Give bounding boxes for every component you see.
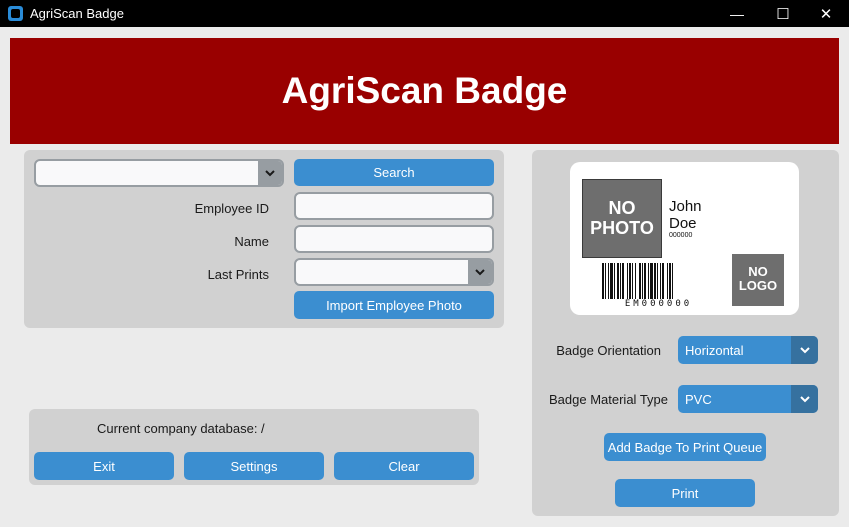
- barcode-bar: [662, 263, 664, 299]
- settings-button[interactable]: Settings: [184, 452, 324, 480]
- barcode-bar: [642, 263, 643, 299]
- barcode-bar: [617, 263, 619, 299]
- header-banner: AgriScan Badge: [10, 38, 839, 144]
- employee-select[interactable]: [34, 159, 284, 187]
- badge-name: John Doe: [669, 198, 702, 232]
- barcode-bar: [622, 263, 624, 299]
- search-button[interactable]: Search: [294, 159, 494, 186]
- exit-button[interactable]: Exit: [34, 452, 174, 480]
- last-prints-select[interactable]: [294, 258, 494, 286]
- barcode-bar: [608, 263, 609, 299]
- barcode-bar: [639, 263, 641, 299]
- barcode-bar: [605, 263, 606, 299]
- badge-last-name: Doe: [669, 215, 697, 232]
- logo-placeholder-line2: LOGO: [738, 278, 778, 293]
- barcode-bar: [644, 263, 646, 299]
- logo-placeholder-line1: NO: [748, 264, 768, 279]
- add-to-queue-button[interactable]: Add Badge To Print Queue: [604, 433, 766, 461]
- orientation-value: Horizontal: [685, 343, 744, 358]
- last-prints-label: Last Prints: [207, 267, 269, 282]
- barcode-bar: [610, 263, 613, 299]
- barcode-bar: [669, 263, 671, 299]
- barcode-bar: [627, 263, 628, 299]
- barcode-bar: [620, 263, 621, 299]
- barcode-bars: [602, 263, 673, 299]
- barcode-bar: [672, 263, 673, 299]
- barcode-bar: [632, 263, 633, 299]
- photo-placeholder: NO PHOTO: [582, 179, 662, 258]
- logo-placeholder: NO LOGO: [732, 254, 784, 306]
- barcode-bar: [650, 263, 653, 299]
- name-label: Name: [234, 234, 269, 249]
- badge-employee-number: 000000: [669, 232, 693, 239]
- title-bar: AgriScan Badge — ☐ ✕: [0, 0, 849, 27]
- minimize-button[interactable]: —: [714, 0, 760, 27]
- import-photo-button[interactable]: Import Employee Photo: [294, 291, 494, 319]
- chevron-down-icon[interactable]: [791, 385, 818, 413]
- barcode: EM000000: [602, 263, 715, 311]
- barcode-bar: [657, 263, 658, 299]
- app-heading: AgriScan Badge: [281, 70, 568, 111]
- barcode-bar: [667, 263, 668, 299]
- name-field[interactable]: [294, 225, 494, 253]
- barcode-bar: [635, 263, 636, 299]
- employee-id-label: Employee ID: [194, 201, 269, 216]
- orientation-label: Badge Orientation: [556, 343, 661, 358]
- badge-preview: NO PHOTO John Doe 000000 EM000000 NO LOG…: [570, 162, 799, 315]
- database-status: Current company database: /: [97, 421, 265, 436]
- chevron-down-icon[interactable]: [468, 260, 492, 284]
- barcode-bar: [629, 263, 631, 299]
- material-value: PVC: [685, 392, 712, 407]
- badge-first-name: John: [669, 198, 702, 215]
- orientation-select[interactable]: Horizontal: [678, 336, 818, 364]
- window-title: AgriScan Badge: [30, 6, 124, 21]
- chevron-down-icon[interactable]: [258, 161, 282, 185]
- barcode-bar: [648, 263, 649, 299]
- chevron-down-icon[interactable]: [791, 336, 818, 364]
- photo-placeholder-line1: NO: [608, 198, 636, 218]
- barcode-bar: [660, 263, 661, 299]
- close-button[interactable]: ✕: [803, 0, 849, 27]
- barcode-bar: [614, 263, 615, 299]
- clear-button[interactable]: Clear: [334, 452, 474, 480]
- maximize-button[interactable]: ☐: [760, 0, 806, 27]
- material-select[interactable]: PVC: [678, 385, 818, 413]
- barcode-bar: [654, 263, 656, 299]
- barcode-text: EM000000: [602, 299, 715, 309]
- employee-id-field[interactable]: [294, 192, 494, 220]
- app-icon: [8, 6, 23, 21]
- barcode-bar: [602, 263, 604, 299]
- photo-placeholder-line2: PHOTO: [590, 218, 654, 238]
- material-label: Badge Material Type: [549, 392, 668, 407]
- print-button[interactable]: Print: [615, 479, 755, 507]
